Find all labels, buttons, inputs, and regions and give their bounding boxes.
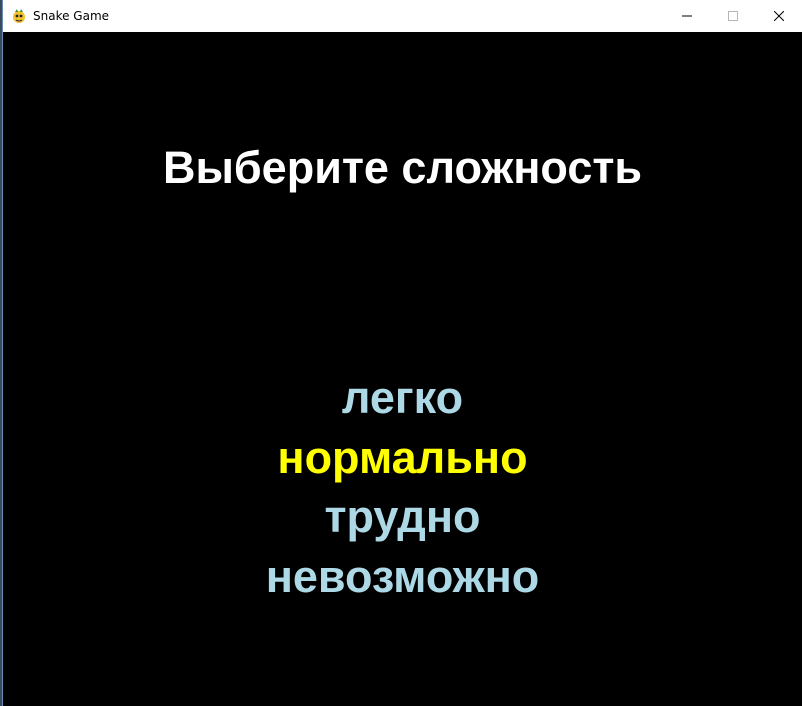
maximize-icon <box>728 11 738 21</box>
app-icon <box>11 8 27 24</box>
difficulty-option-impossible[interactable]: невозможно <box>3 547 802 607</box>
minimize-icon <box>682 15 692 17</box>
difficulty-option-hard[interactable]: трудно <box>3 487 802 547</box>
difficulty-heading: Выберите сложность <box>162 142 643 193</box>
close-icon <box>774 11 784 21</box>
title-bar[interactable]: Snake Game <box>3 0 802 32</box>
window-title: Snake Game <box>33 9 110 23</box>
close-button[interactable] <box>756 0 802 32</box>
difficulty-options: легко нормально трудно невозможно <box>3 368 802 606</box>
difficulty-option-easy[interactable]: легко <box>3 368 802 428</box>
difficulty-option-normal[interactable]: нормально <box>3 428 802 488</box>
game-canvas: Выберите сложность легко нормально трудн… <box>3 32 802 706</box>
minimize-button[interactable] <box>664 0 710 32</box>
maximize-button[interactable] <box>710 0 756 32</box>
app-window: Snake Game Выберите сложность легко норм… <box>2 0 802 706</box>
window-controls <box>664 0 802 32</box>
